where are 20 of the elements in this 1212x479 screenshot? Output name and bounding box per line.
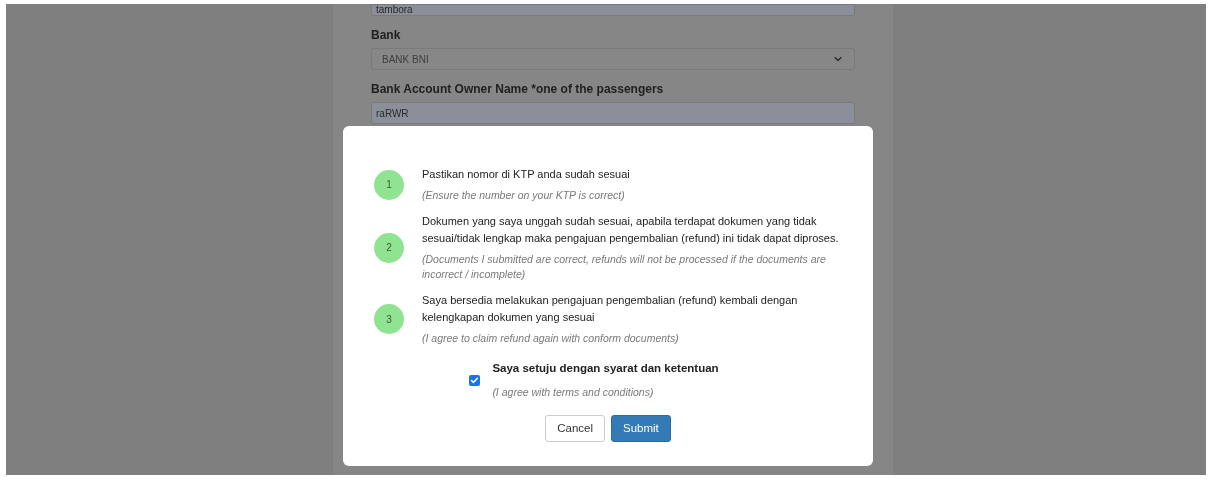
agree-checkbox[interactable]: [469, 375, 481, 386]
cancel-button[interactable]: Cancel: [545, 415, 605, 442]
step-number: 2: [374, 232, 404, 263]
step-number: 1: [374, 169, 404, 200]
term-text: Pastikan nomor di KTP anda sudah sesuai: [422, 167, 630, 182]
term-text: Dokumen yang saya unggah sudah sesuai, apabila terdapat dokumen yang tidak sesuai/tidak lengkap maka pengajuan pengembalian (refund) ini tidak dapat diproses.: [422, 214, 840, 246]
field-label: Bank: [371, 27, 402, 44]
term-translation: (Ensure the number on your KTP is correct): [422, 188, 626, 203]
step-number: 3: [374, 304, 404, 334]
submit-button[interactable]: Submit: [611, 415, 671, 442]
check-icon: [470, 376, 480, 385]
field-label: Bank Account Owner Name *one of the passengers: [371, 81, 665, 98]
bank-select[interactable]: BANK BNI: [371, 48, 855, 70]
input-field[interactable]: tambora: [371, 4, 855, 16]
agreement-text: Saya setuju dengan syarat dan ketentuan: [492, 361, 719, 376]
term-translation: (I agree to claim refund again with conform documents): [422, 331, 680, 346]
term-translation: (Documents I submitted are correct, refunds will not be processed if the documents are incorrect / incomplete): [422, 252, 827, 282]
input-field[interactable]: raRWR: [371, 102, 855, 124]
term-text: Saya bersedia melakukan pengajuan pengembalian (refund) kembali dengan kelengkapan dokumen yang sesuai: [422, 293, 799, 325]
agreement-translation: (I agree with terms and conditions): [492, 385, 655, 401]
